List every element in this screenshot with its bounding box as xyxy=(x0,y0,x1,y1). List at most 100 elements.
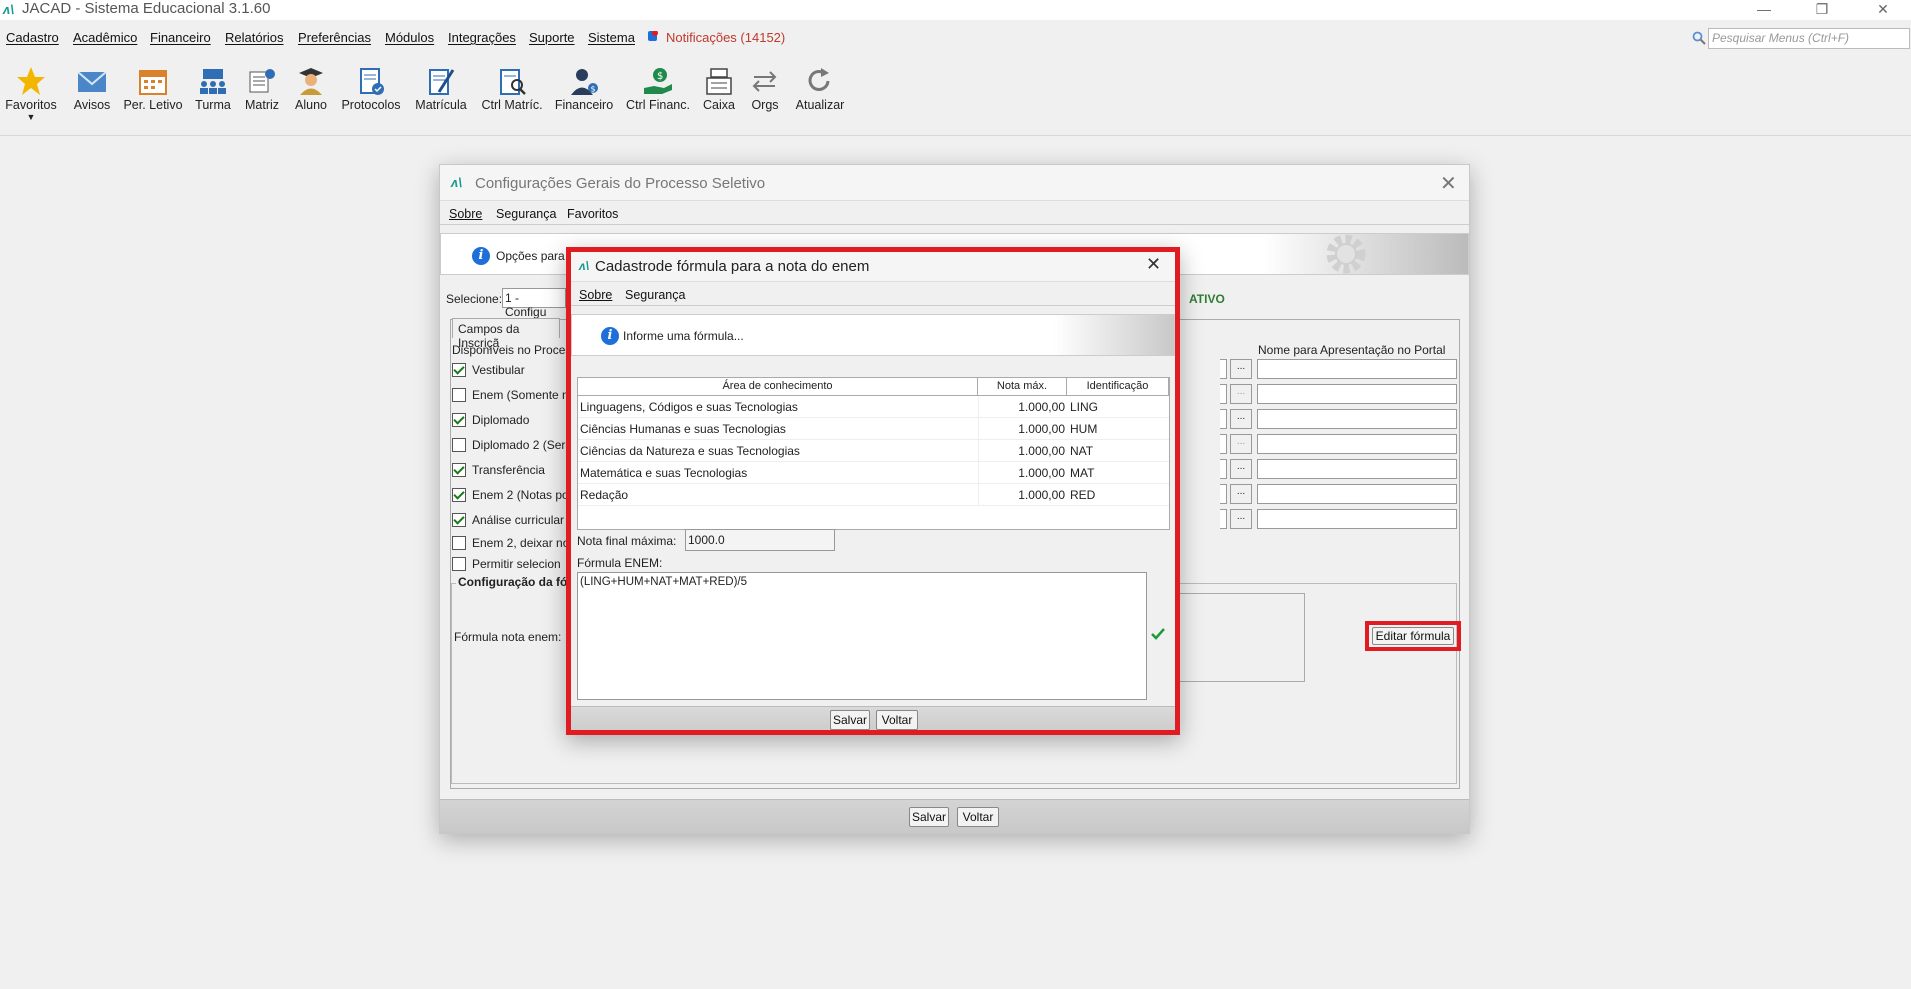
tab-campos-inscricao[interactable]: Campos da Inscriçã xyxy=(452,318,560,350)
toolbar-ctrl-matric[interactable]: Ctrl Matríc. xyxy=(480,66,544,112)
menu-academico[interactable]: Acadêmico xyxy=(73,30,137,45)
portal-name-input[interactable] xyxy=(1257,384,1457,404)
portal-name-input[interactable] xyxy=(1257,484,1457,504)
formula-dialog-title: Cadastrode fórmula para a nota do enem xyxy=(595,258,870,275)
toolbar-turma[interactable]: Turma xyxy=(194,66,232,112)
checkbox[interactable] xyxy=(452,438,466,452)
toolbar-label: Turma xyxy=(195,98,231,112)
formula-dialog-close-button[interactable]: ✕ xyxy=(1146,254,1161,275)
checkbox[interactable] xyxy=(452,513,466,527)
field-stub xyxy=(1220,459,1227,479)
ellipsis-button[interactable]: ... xyxy=(1230,384,1252,404)
checkbox[interactable] xyxy=(452,488,466,502)
max-grade-input[interactable]: 1000.0 xyxy=(685,529,835,551)
dropdown-arrow-icon: ▼ xyxy=(26,112,36,122)
column-header-portal-name: Nome para Apresentação no Portal xyxy=(1258,343,1446,357)
portal-name-input[interactable] xyxy=(1257,409,1457,429)
column-header-max[interactable]: Nota máx. xyxy=(978,378,1067,396)
app-logo-icon: ʌ\ xyxy=(579,259,590,273)
back-button[interactable]: Voltar xyxy=(957,807,999,827)
checkbox[interactable] xyxy=(452,413,466,427)
back-button-label: Voltar xyxy=(881,713,913,727)
option-label: Enem (Somente n xyxy=(472,388,569,402)
option-label: Análise curricular xyxy=(472,513,565,527)
svg-text:$: $ xyxy=(657,71,663,82)
menu-search-input[interactable]: Pesquisar Menus (Ctrl+F) xyxy=(1708,28,1910,49)
toolbar-avisos[interactable]: Avisos xyxy=(72,66,112,112)
toolbar-protocolos[interactable]: Protocolos xyxy=(340,66,402,112)
table-row[interactable]: Ciências da Natureza e suas Tecnologias … xyxy=(578,440,1169,462)
portal-name-input[interactable] xyxy=(1257,434,1457,454)
menu-sobre[interactable]: Sobre xyxy=(579,288,612,302)
menu-cadastro[interactable]: Cadastro xyxy=(6,30,59,45)
toolbar-ctrl-financ[interactable]: $ Ctrl Financ. xyxy=(624,66,692,112)
checkbox[interactable] xyxy=(452,463,466,477)
cell-id: LING xyxy=(1070,400,1099,414)
table-row[interactable]: Redação 1.000,00 RED xyxy=(578,484,1169,506)
ellipsis-button[interactable]: ... xyxy=(1230,434,1252,454)
checkbox[interactable] xyxy=(452,557,466,571)
table-row[interactable]: Ciências Humanas e suas Tecnologias 1.00… xyxy=(578,418,1169,440)
table-row[interactable]: Linguagens, Códigos e suas Tecnologias 1… xyxy=(578,396,1169,418)
menu-favoritos[interactable]: Favoritos xyxy=(567,207,618,221)
toolbar-matriz[interactable]: Matriz xyxy=(244,66,280,112)
edit-formula-button[interactable]: Editar fórmula xyxy=(1372,627,1454,645)
toolbar-matricula[interactable]: Matrícula xyxy=(412,66,470,112)
minimize-button[interactable]: — xyxy=(1741,0,1787,20)
menu-sobre[interactable]: Sobre xyxy=(449,207,482,221)
toolbar-label: Matriz xyxy=(244,98,280,112)
swap-arrows-icon xyxy=(752,71,777,92)
toolbar-label: Avisos xyxy=(73,98,111,112)
restore-button[interactable]: ❐ xyxy=(1799,0,1845,20)
toolbar-financeiro[interactable]: $ Financeiro xyxy=(554,66,614,112)
menu-modulos[interactable]: Módulos xyxy=(385,30,434,45)
menu-integracoes[interactable]: Integrações xyxy=(448,30,516,45)
checkbox[interactable] xyxy=(452,388,466,402)
toolbar-label: Favoritos xyxy=(5,98,57,112)
menu-sistema[interactable]: Sistema xyxy=(588,30,635,45)
formula-textarea[interactable]: (LING+HUM+NAT+MAT+RED)/5 xyxy=(577,572,1147,700)
toolbar-per-letivo[interactable]: Per. Letivo xyxy=(122,66,184,112)
menu-preferencias[interactable]: Preferências xyxy=(298,30,371,45)
ellipsis-button[interactable]: ... xyxy=(1230,484,1252,504)
formula-group-title: Configuração da fór xyxy=(456,575,575,589)
toolbar-favoritos[interactable]: Favoritos ▼ xyxy=(4,66,58,122)
menu-financeiro[interactable]: Financeiro xyxy=(150,30,211,45)
portal-name-input[interactable] xyxy=(1257,509,1457,529)
cell-id: NAT xyxy=(1070,444,1094,458)
toolbar-caixa[interactable]: Caixa xyxy=(700,66,738,112)
formula-back-button[interactable]: Voltar xyxy=(876,710,918,730)
toolbar-orgs[interactable]: Orgs xyxy=(748,66,782,112)
toolbar-aluno[interactable]: Aluno xyxy=(292,66,330,112)
notifications-link[interactable]: Notificações (14152) xyxy=(666,30,785,45)
checkbox[interactable] xyxy=(452,536,466,550)
menu-suporte[interactable]: Suporte xyxy=(529,30,575,45)
menu-relatorios[interactable]: Relatórios xyxy=(225,30,284,45)
field-stub xyxy=(1220,484,1227,504)
ellipsis-button[interactable]: ... xyxy=(1230,509,1252,529)
toolbar-label: Per. Letivo xyxy=(123,98,183,112)
formula-dialog-footer: Salvar Voltar xyxy=(571,706,1175,730)
column-header-id[interactable]: Identificação xyxy=(1067,378,1169,396)
checkbox[interactable] xyxy=(452,363,466,377)
menu-seguranca[interactable]: Segurança xyxy=(496,207,556,221)
column-header-area[interactable]: Área de conhecimento xyxy=(578,378,978,396)
toolbar-atualizar[interactable]: Atualizar xyxy=(792,66,848,112)
portal-name-input[interactable] xyxy=(1257,459,1457,479)
dialog-title: Configurações Gerais do Processo Seletiv… xyxy=(475,175,766,192)
option-label: Vestibular xyxy=(472,363,525,377)
ellipsis-button[interactable]: ... xyxy=(1230,409,1252,429)
menu-seguranca[interactable]: Segurança xyxy=(625,288,685,302)
dialog-close-button[interactable]: ✕ xyxy=(1440,171,1457,196)
config-select[interactable]: 1 - Configu xyxy=(502,288,566,319)
back-button-label: Voltar xyxy=(962,810,994,824)
portal-name-input[interactable] xyxy=(1257,359,1457,379)
close-window-button[interactable]: ✕ xyxy=(1860,0,1906,20)
table-row[interactable]: Matemática e suas Tecnologias 1.000,00 M… xyxy=(578,462,1169,484)
save-button[interactable]: Salvar xyxy=(909,807,949,827)
ellipsis-button[interactable]: ... xyxy=(1230,459,1252,479)
ellipsis-button[interactable]: ... xyxy=(1230,359,1252,379)
formula-save-button[interactable]: Salvar xyxy=(830,710,870,730)
option-enem-2: Enem 2 (Notas po xyxy=(452,486,572,506)
cell-max: 1.000,00 xyxy=(978,418,1065,440)
